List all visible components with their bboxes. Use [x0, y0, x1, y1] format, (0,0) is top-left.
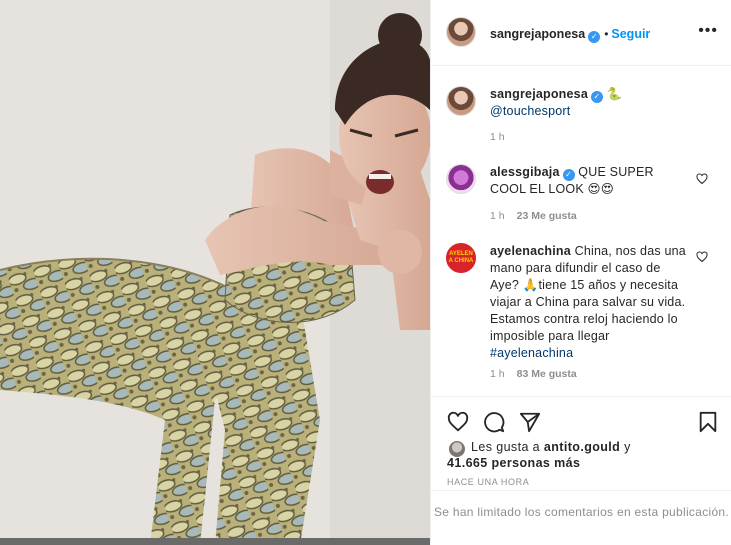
- comment-username[interactable]: ayelenachina: [490, 244, 571, 258]
- share-icon[interactable]: [519, 411, 541, 433]
- likes-connector: y: [624, 440, 631, 454]
- comment-meta: 1 h 23 Me gusta: [490, 210, 577, 222]
- author-username[interactable]: sangrejaponesa: [490, 27, 585, 41]
- commenter-avatar[interactable]: AYELEN A CHINA: [446, 243, 476, 273]
- post-modal: sangrejaponesa ✓ • Seguir ••• sangrejapones…: [0, 0, 731, 545]
- post-timestamp[interactable]: HACE UNA HORA: [447, 477, 529, 487]
- likes-summary: Les gusta a antito.gould y: [471, 439, 631, 455]
- author-line: sangrejaponesa ✓ • Seguir: [490, 25, 650, 43]
- heart-icon[interactable]: [696, 173, 708, 185]
- likes-count-line: 41.665 personas más: [447, 455, 580, 471]
- post-header: sangrejaponesa ✓ • Seguir •••: [431, 0, 731, 66]
- verified-icon: ✓: [588, 31, 601, 43]
- follow-button[interactable]: Seguir: [611, 27, 650, 41]
- more-icon[interactable]: •••: [698, 23, 718, 39]
- caption-mention[interactable]: @touchesport: [490, 104, 570, 118]
- comment-text: ayelenachina China, nos das una mano par…: [490, 243, 690, 362]
- comment-text: alessgibaja ✓ QUE SUPER COOL EL LOOK 😍😍: [490, 164, 690, 198]
- bookmark-icon[interactable]: [697, 411, 719, 433]
- heart-icon[interactable]: [696, 251, 708, 263]
- comment-time: 1 h: [490, 210, 505, 222]
- commenter-avatar-text: AYELEN A CHINA: [448, 251, 474, 264]
- comment-icon[interactable]: [483, 411, 505, 433]
- commenter-avatar[interactable]: [446, 164, 476, 194]
- verified-icon: ✓: [590, 91, 603, 103]
- caption-username[interactable]: sangrejaponesa: [490, 87, 588, 101]
- caption-time: 1 h: [490, 131, 505, 143]
- post-sidebar: sangrejaponesa ✓ • Seguir ••• sangrejapones…: [430, 0, 731, 545]
- caption-text: sangrejaponesa ✓ 🐍 @touchesport: [490, 86, 715, 120]
- likes-prefix: Les gusta a: [471, 440, 541, 454]
- post-photo[interactable]: [0, 0, 430, 545]
- post-image-illustration: [0, 0, 430, 545]
- liker-username[interactable]: antito.gould: [544, 440, 620, 454]
- verified-icon: ✓: [562, 169, 575, 181]
- comment-body: China, nos das una mano para difundir el…: [490, 244, 686, 343]
- likes-count[interactable]: 41.665 personas más: [447, 456, 580, 470]
- comment-likes[interactable]: 83 Me gusta: [517, 368, 577, 380]
- author-avatar[interactable]: [446, 17, 476, 47]
- caption-emoji: 🐍: [606, 87, 623, 101]
- comments-limited-notice: Se han limitado los comentarios en esta …: [431, 490, 731, 545]
- comment-meta: 1 h 83 Me gusta: [490, 368, 577, 380]
- comment-hashtag[interactable]: #ayelenachina: [490, 346, 573, 360]
- separator-dot: •: [604, 27, 609, 41]
- comment-username[interactable]: alessgibaja: [490, 165, 560, 179]
- comment-likes[interactable]: 23 Me gusta: [517, 210, 577, 222]
- heart-icon[interactable]: [447, 411, 469, 433]
- caption-avatar[interactable]: [446, 86, 476, 116]
- comment-time: 1 h: [490, 368, 505, 380]
- post-actions: Les gusta a antito.gould y 41.665 person…: [431, 396, 731, 545]
